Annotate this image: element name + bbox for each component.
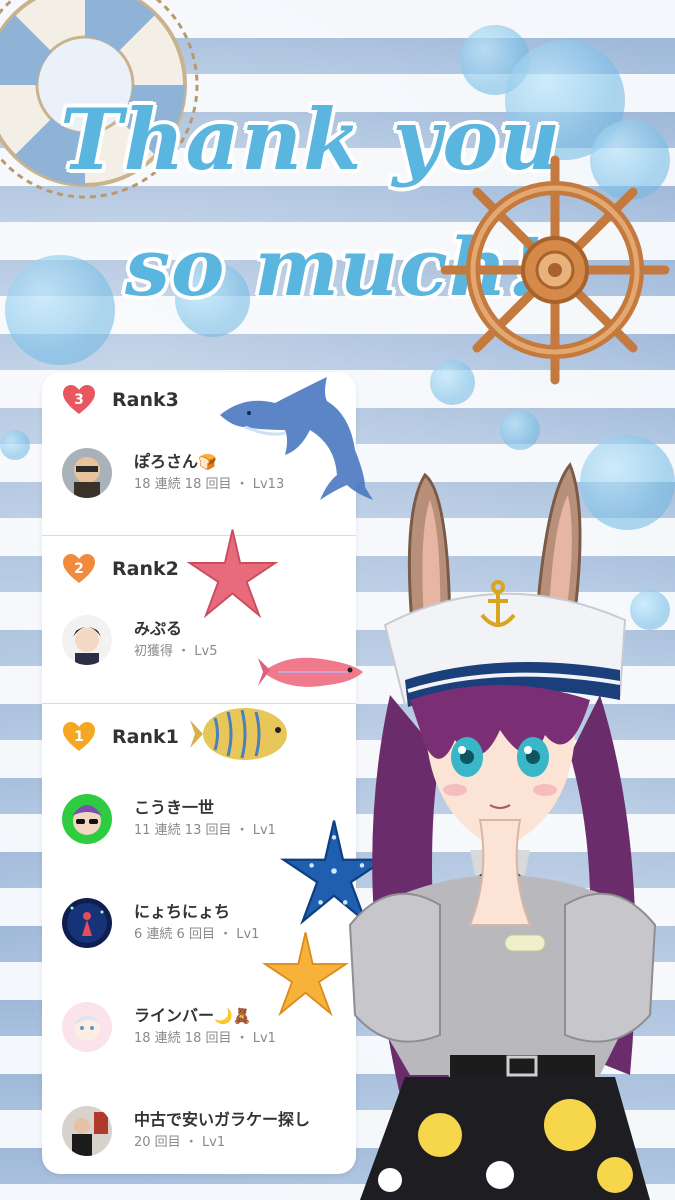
- bubble: [500, 410, 540, 450]
- avatar: [62, 898, 112, 948]
- heart-badge-icon: 1: [62, 721, 96, 753]
- user-name: ぽろさん: [134, 452, 199, 471]
- avatar: [62, 448, 112, 498]
- sailor-girl-character: [348, 462, 657, 1200]
- avatar: [62, 1002, 112, 1052]
- avatar: [62, 794, 112, 844]
- user-name: 中古で安いガラケー探し: [134, 1110, 311, 1129]
- rank-header-2: 2 Rank2: [62, 549, 179, 589]
- user-meta: 初獲得 ・ Lv5: [134, 644, 218, 659]
- pink-starfish-icon: [186, 529, 279, 619]
- user-name: こうき一世: [134, 798, 215, 817]
- heart-badge-icon: 2: [62, 553, 96, 585]
- user-name: ラインバー: [134, 1006, 215, 1025]
- bubble: [0, 430, 30, 460]
- rank-label: Rank1: [112, 726, 179, 748]
- rank-label: Rank2: [112, 558, 179, 580]
- user-meta: 6 連続 6 回目 ・ Lv1: [134, 927, 260, 942]
- list-item[interactable]: こうき一世 11 連続 13 回目 ・ Lv1: [62, 788, 276, 850]
- angelfish-icon: [190, 708, 287, 760]
- list-item[interactable]: 中古で安いガラケー探し 20 回目 ・ Lv1: [62, 1100, 310, 1162]
- bread-icon: 🍞: [198, 453, 217, 471]
- user-meta: 11 連続 13 回目 ・ Lv1: [134, 823, 276, 838]
- avatar: [62, 1106, 112, 1156]
- svg-text:1: 1: [74, 729, 84, 745]
- user-meta: 20 回目 ・ Lv1: [134, 1135, 226, 1150]
- user-name: みぷる: [134, 619, 183, 638]
- ship-wheel-icon: [440, 155, 670, 385]
- svg-text:3: 3: [74, 392, 84, 408]
- svg-text:2: 2: [74, 561, 84, 577]
- list-item[interactable]: にょちにょち 6 連続 6 回目 ・ Lv1: [62, 892, 259, 954]
- heart-badge-icon: 3: [62, 384, 96, 416]
- rank-header-3: 3 Rank3: [62, 380, 179, 420]
- user-meta: 18 連続 18 回目 ・ Lv1: [134, 1031, 276, 1046]
- moon-bear-icon: 🌙🧸: [214, 1007, 252, 1025]
- rank-label: Rank3: [112, 389, 179, 411]
- user-name: にょちにょち: [134, 902, 231, 921]
- list-item[interactable]: ラインバー🌙🧸 18 連続 18 回目 ・ Lv1: [62, 996, 276, 1058]
- rank-header-1: 1 Rank1: [62, 717, 179, 757]
- avatar: [62, 615, 112, 665]
